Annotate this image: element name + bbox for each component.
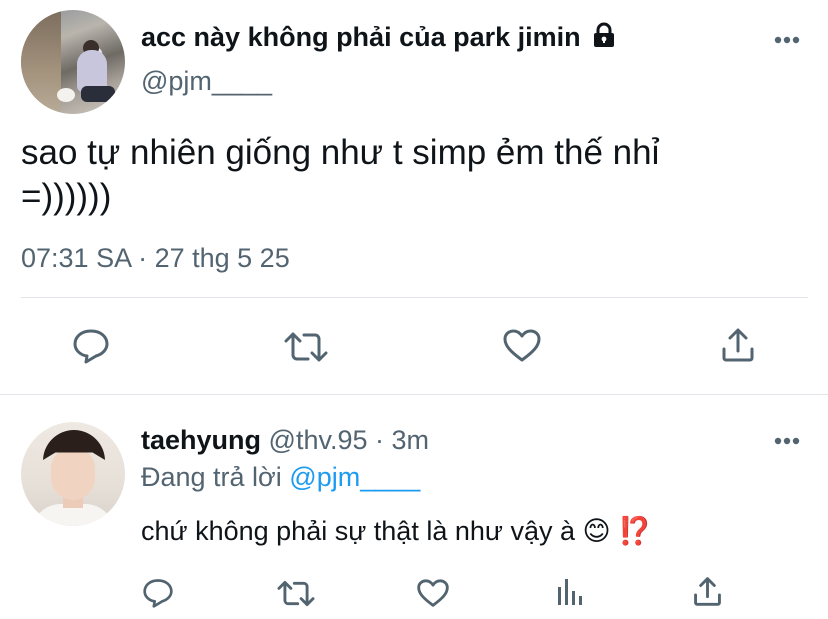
reply-header: taehyung @thv.95 · 3m <box>141 425 429 456</box>
retweet-icon[interactable] <box>277 579 315 608</box>
more-icon[interactable] <box>774 36 800 44</box>
like-icon[interactable] <box>417 579 449 608</box>
main-tweet-handle[interactable]: @pjm____ <box>141 66 272 97</box>
like-icon[interactable] <box>503 329 541 363</box>
avatar-face <box>51 448 95 500</box>
display-name-text: acc này không phải của park jimin <box>141 22 581 52</box>
reply-display-name[interactable]: taehyung <box>141 425 261 455</box>
reply-icon[interactable] <box>142 578 174 608</box>
tweet-text-line-1: sao tự nhiên giống như t simp ẻm thế nhỉ <box>21 133 660 172</box>
analytics-icon[interactable] <box>556 577 584 607</box>
separator-dot: · <box>375 425 385 455</box>
tweet-text-line-2: =)))))) <box>21 177 112 216</box>
reply-avatar[interactable] <box>21 422 125 526</box>
main-tweet-avatar[interactable] <box>21 10 125 114</box>
exclaim-question-emoji: ⁉️ <box>618 516 652 546</box>
divider <box>0 394 828 395</box>
reply-text-body: chứ không phải sự thật là như vậy à <box>141 516 575 546</box>
avatar-dog <box>57 88 75 102</box>
divider <box>21 297 808 298</box>
lock-icon <box>592 22 616 48</box>
reply-text: chứ không phải sự thật là như vậy à 😊 ⁉️ <box>141 515 652 547</box>
main-tweet-display-name[interactable]: acc này không phải của park jimin <box>141 22 616 53</box>
replying-to-prefix: Đang trả lời <box>141 462 282 492</box>
replying-to-line: Đang trả lời @pjm____ <box>141 462 420 493</box>
avatar-figure-legs <box>81 86 115 102</box>
tweet-timestamp[interactable]: 07:31 SA · 27 thg 5 25 <box>21 243 290 274</box>
reply-time[interactable]: 3m <box>392 425 430 455</box>
main-tweet-text: sao tự nhiên giống như t simp ẻm thế nhỉ… <box>21 131 659 219</box>
share-icon[interactable] <box>693 576 722 607</box>
reply-handle[interactable]: @thv.95 <box>269 425 368 455</box>
avatar-background <box>21 10 61 114</box>
more-icon[interactable] <box>774 437 800 445</box>
smile-emoji: 😊 <box>582 516 611 546</box>
replying-to-mention[interactable]: @pjm____ <box>289 462 420 492</box>
retweet-icon[interactable] <box>284 330 328 364</box>
share-icon[interactable] <box>721 327 755 363</box>
reply-icon[interactable] <box>72 328 110 364</box>
